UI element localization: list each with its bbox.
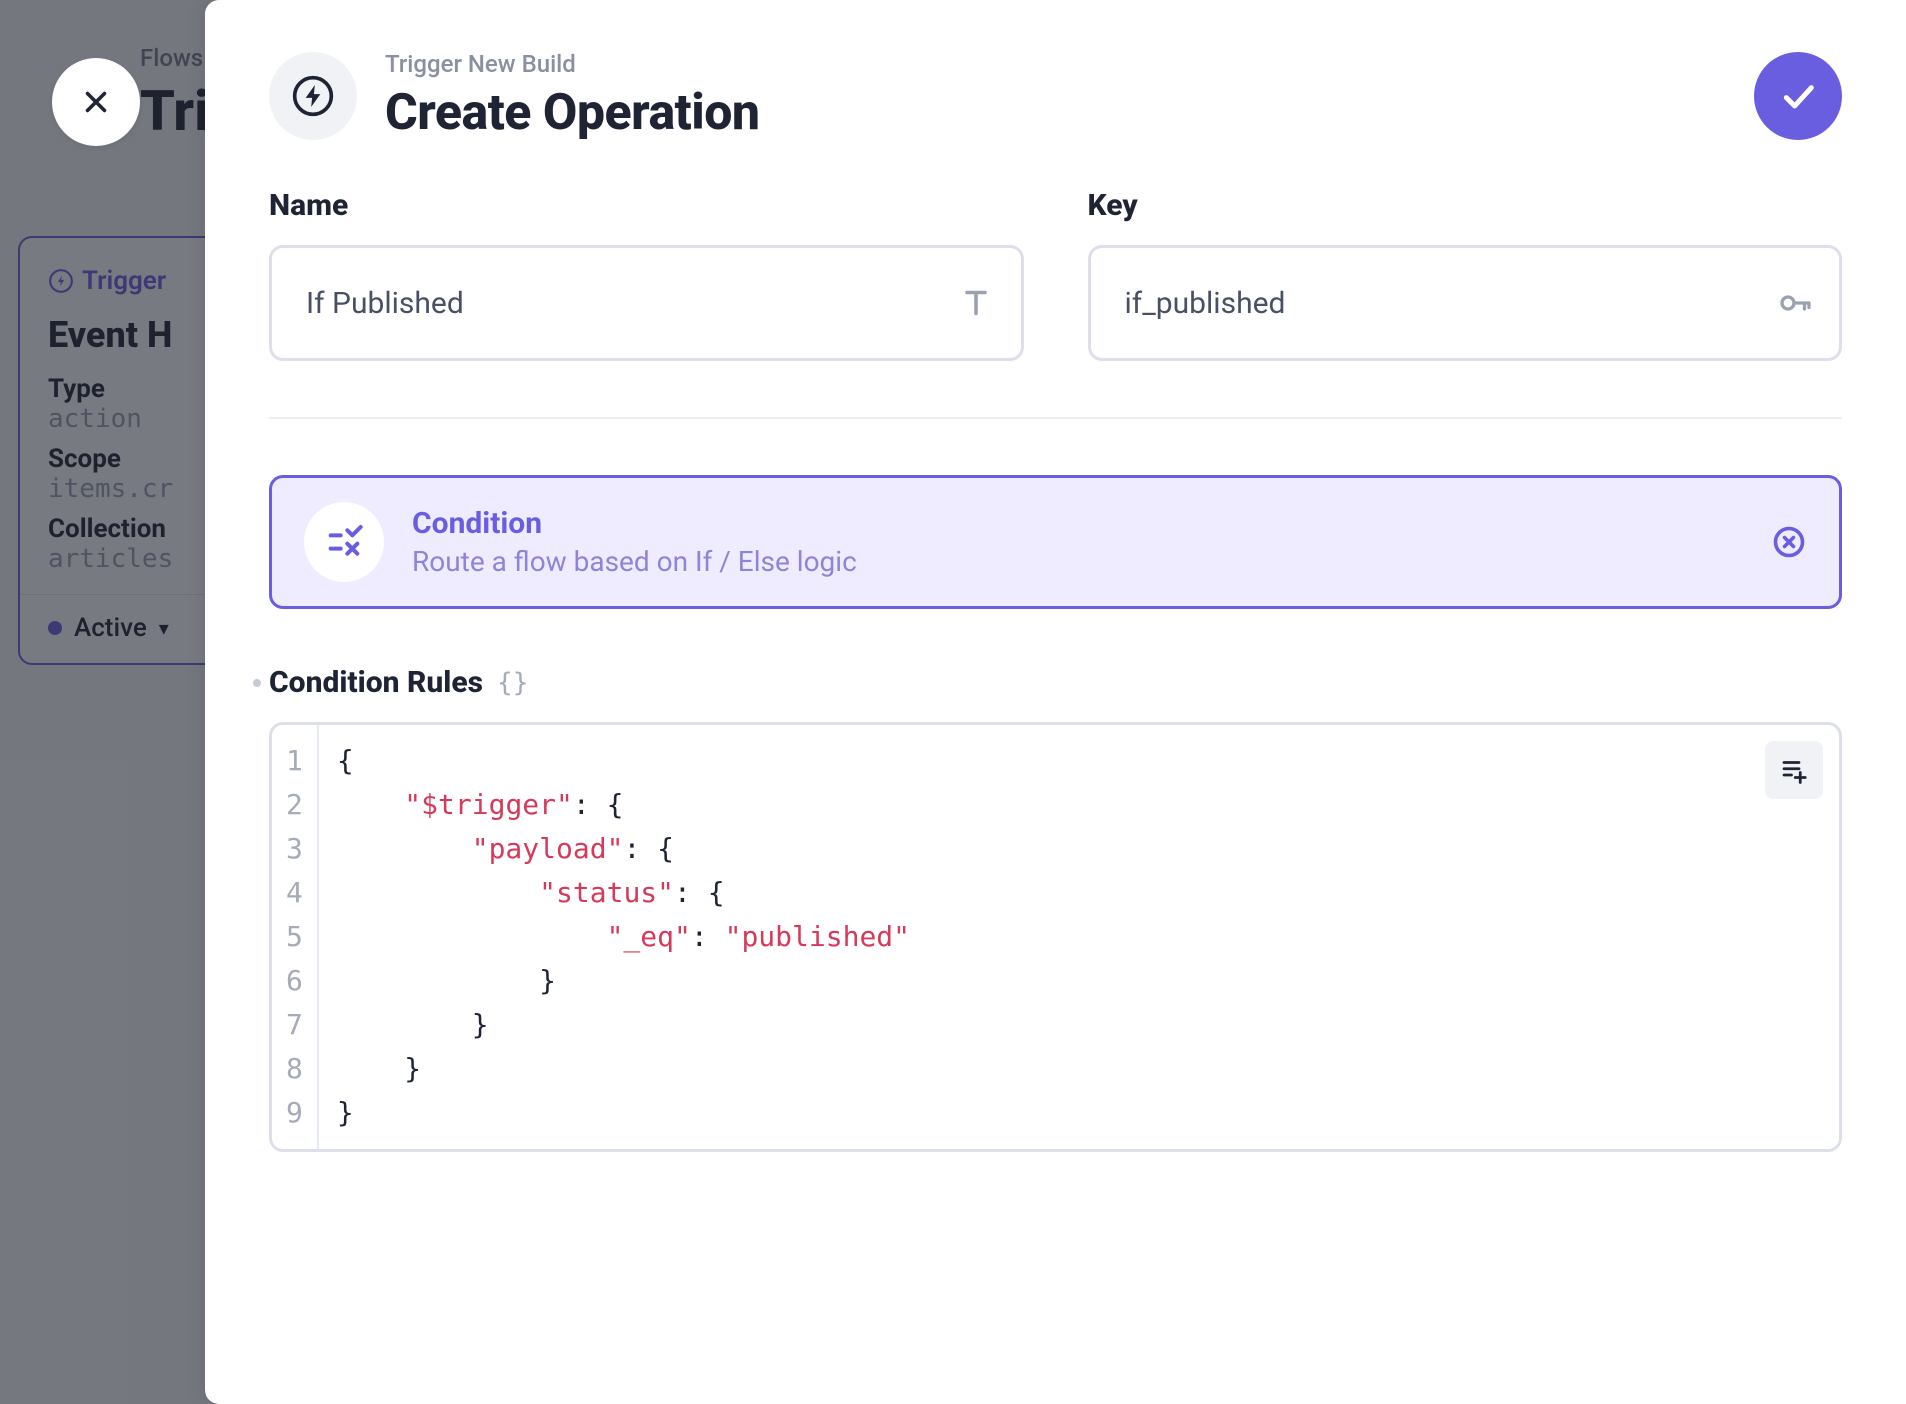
bolt-circle-icon (291, 74, 335, 118)
playlist-add-icon (1779, 755, 1809, 785)
drawer-breadcrumb: Trigger New Build (385, 50, 760, 78)
rules-label-text: Condition Rules (269, 665, 483, 700)
deselect-operation-button[interactable] (1771, 524, 1807, 560)
check-icon (1778, 76, 1818, 116)
name-label: Name (269, 188, 1024, 223)
braces-icon: {} (497, 668, 528, 698)
operation-type-card[interactable]: Condition Route a flow based on If / Els… (269, 475, 1842, 609)
drawer-title: Create Operation (385, 84, 760, 142)
code-add-button[interactable] (1765, 741, 1823, 799)
rule-icon (324, 522, 364, 562)
close-icon (79, 85, 113, 119)
condition-rules-editor[interactable]: 123456789 { "$trigger": { "payload": { "… (269, 722, 1842, 1152)
operation-icon-circle (269, 52, 357, 140)
code-content[interactable]: { "$trigger": { "payload": { "status": {… (319, 725, 928, 1149)
cancel-circle-icon (1771, 524, 1807, 560)
code-gutter: 123456789 (272, 725, 319, 1149)
confirm-button[interactable] (1754, 52, 1842, 140)
key-input[interactable] (1088, 245, 1843, 361)
required-dot-icon (253, 679, 261, 687)
operation-drawer: Trigger New Build Create Operation Name (205, 0, 1906, 1404)
close-button[interactable] (52, 58, 140, 146)
drawer-header: Trigger New Build Create Operation (269, 50, 1842, 142)
section-divider (269, 417, 1842, 419)
key-icon[interactable] (1776, 285, 1812, 321)
text-format-icon[interactable] (958, 285, 994, 321)
name-input[interactable] (269, 245, 1024, 361)
condition-rules-label: Condition Rules {} (269, 665, 1842, 700)
operation-type-title: Condition (412, 506, 857, 541)
operation-type-desc: Route a flow based on If / Else logic (412, 545, 857, 578)
condition-icon (304, 502, 384, 582)
key-label: Key (1088, 188, 1843, 223)
